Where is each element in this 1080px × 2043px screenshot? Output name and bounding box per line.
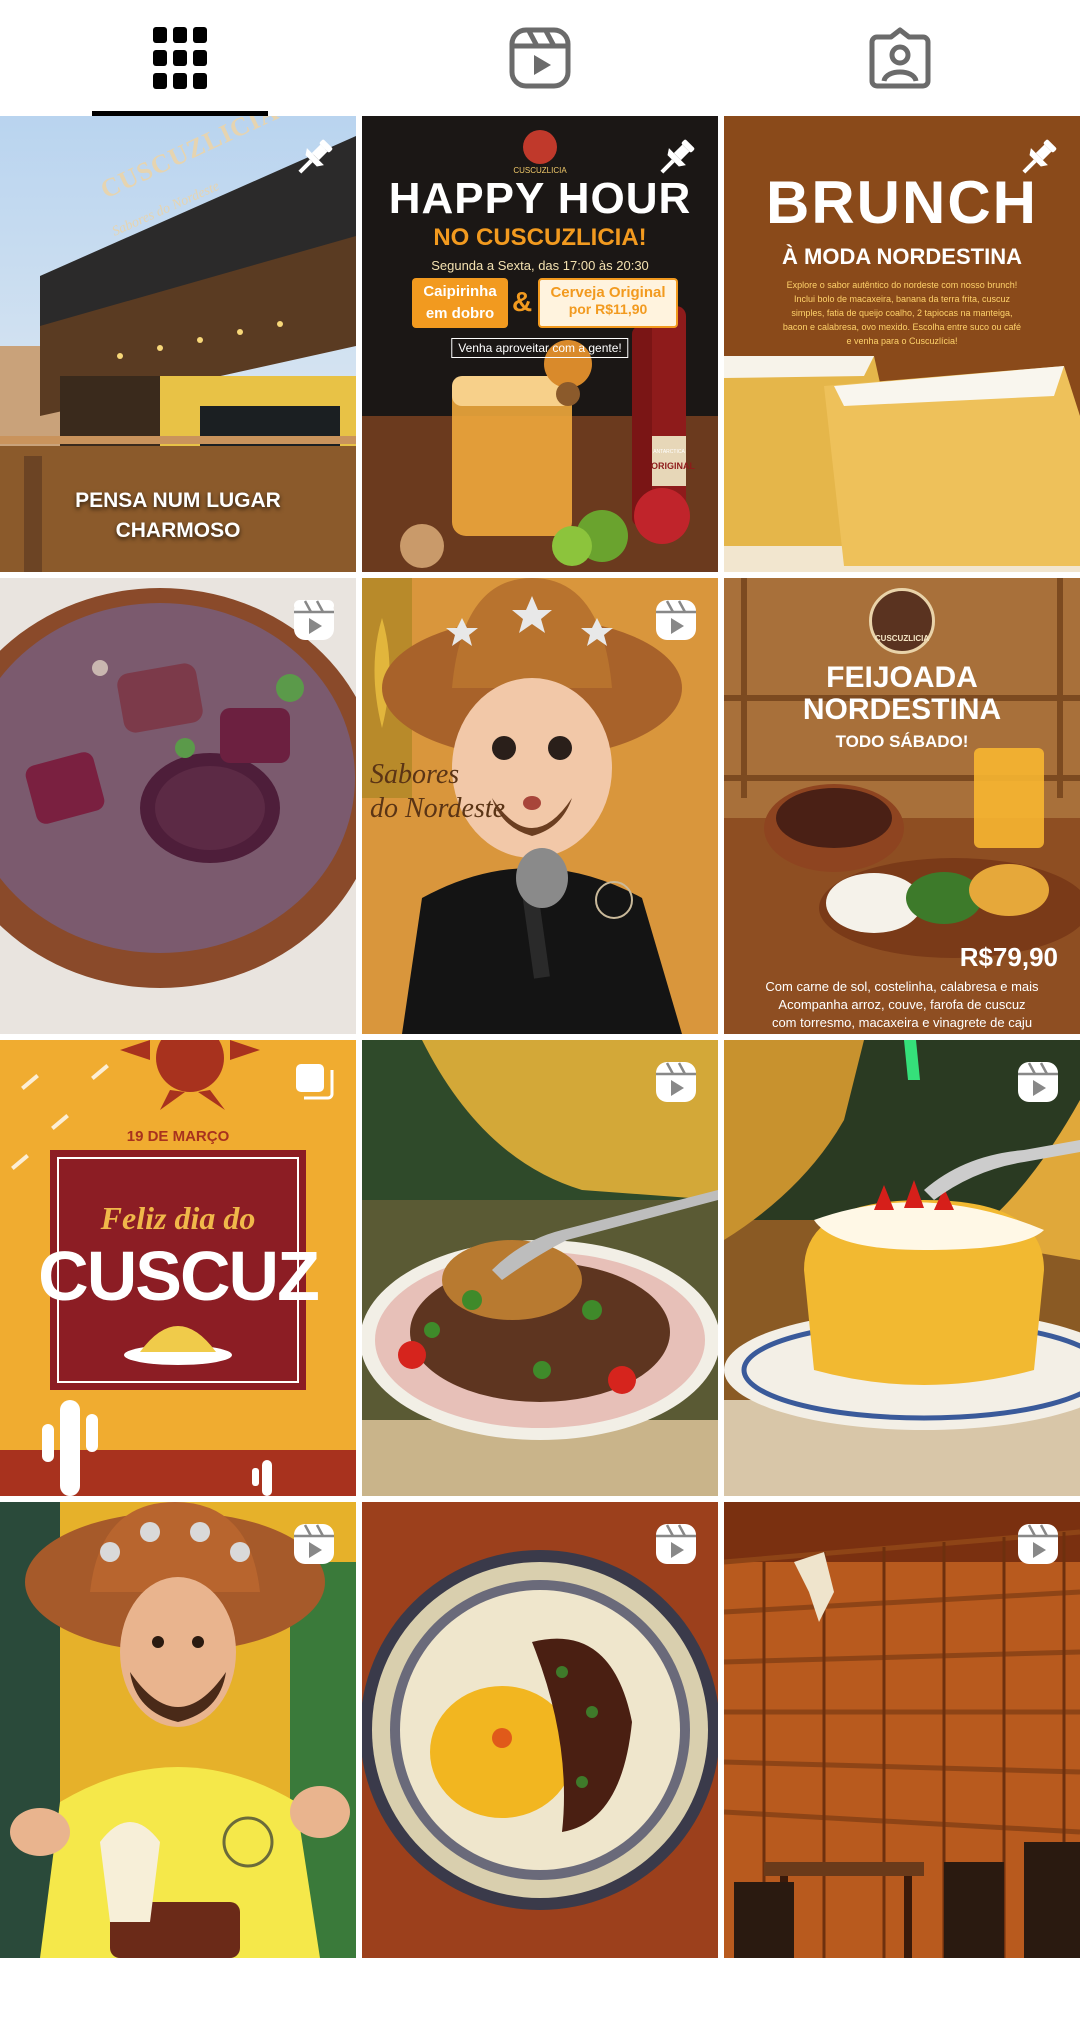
post-overlay-caption: PENSA NUM LUGAR CHARMOSO: [75, 489, 281, 542]
post-tile-feijoada[interactable]: CUSCUZLICIA FEIJOADA NORDESTINA TODO SÁB…: [724, 578, 1080, 1034]
cuscuz-plate-image: [724, 1040, 1080, 1496]
promo-description: Com carne de sol, costelinha, calabresa …: [765, 979, 1039, 1030]
promo-day: TODO SÁBADO!: [835, 732, 969, 751]
post-tile-brunch[interactable]: BRUNCH À MODA NORDESTINA Explore o sabor…: [724, 116, 1080, 572]
bottle-label: ORIGINAL: [651, 461, 695, 471]
reel-icon: [294, 1524, 334, 1564]
bean-stew-image: [0, 578, 356, 1034]
reel-icon: [1018, 1524, 1058, 1564]
post-tile-happy-hour[interactable]: CUSCUZLICIA HAPPY HOUR NO CUSCUZLICIA! S…: [362, 116, 718, 572]
promo-schedule: Segunda a Sexta, das 17:00 às 20:30: [431, 258, 649, 273]
tagged-icon: [869, 27, 931, 89]
post-tile-man-with-hat[interactable]: [0, 1502, 356, 1958]
reels-icon: [509, 27, 571, 89]
tab-posts-grid[interactable]: [0, 0, 360, 116]
promo-title-line1: FEIJOADA: [826, 661, 978, 694]
reel-icon: [656, 600, 696, 640]
post-tile-restaurant-interior[interactable]: [724, 1502, 1080, 1958]
tab-tagged[interactable]: [720, 0, 1080, 116]
brand-logo-icon: [523, 130, 557, 164]
carousel-icon: [296, 1064, 334, 1100]
promo-offer-beer-price: por R$11,90: [568, 301, 648, 317]
post-tile-cuscuz-day[interactable]: 19 DE MARÇO Feliz dia do CUSCUZ: [0, 1040, 356, 1496]
man-with-cowboy-hat-image: [0, 1502, 356, 1958]
promo-offer-beer-line1: Cerveja Original: [550, 284, 666, 301]
pinned-icon: [298, 139, 333, 174]
promo-subtitle: NO CUSCUZLICIA!: [433, 224, 647, 251]
post-tile-meat-dish[interactable]: [362, 1040, 718, 1496]
reel-icon: [656, 1062, 696, 1102]
tab-reels[interactable]: [360, 0, 720, 116]
reel-icon: [656, 1524, 696, 1564]
profile-tabs: [0, 0, 1080, 116]
post-date-label: 19 DE MARÇO: [126, 1128, 230, 1145]
promo-description: Explore o sabor autêntico do nordeste co…: [782, 280, 1022, 346]
post-tile-cuscuz-plate[interactable]: [724, 1040, 1080, 1496]
promo-ampersand: &: [512, 286, 533, 317]
pinned-icon: [660, 139, 695, 174]
post-tile-restaurant-facade[interactable]: CUSCUZLICIA Sabores do Nordeste PENSA NU…: [0, 116, 356, 572]
reel-icon: [294, 600, 334, 640]
brand-logo-icon: [869, 588, 935, 654]
promo-cta: Venha aproveitar com a gente!: [451, 338, 629, 358]
grid-icon: [153, 27, 207, 89]
promo-subtitle: À MODA NORDESTINA: [782, 244, 1022, 269]
wall-lettering: Sabores do Nordeste: [370, 759, 506, 824]
post-tile-bean-stew[interactable]: [0, 578, 356, 1034]
promo-price: R$79,90: [959, 942, 1058, 972]
promo-title: HAPPY HOUR: [388, 174, 692, 223]
promo-title: BRUNCH: [766, 169, 1038, 236]
promo-offer-caipirinha: Caipirinha em dobro: [412, 278, 508, 328]
post-tile-cuscuz-ribs[interactable]: [362, 1502, 718, 1958]
promo-title-line2: NORDESTINA: [802, 693, 1002, 726]
reel-icon: [1018, 1062, 1058, 1102]
promo-offer-beer: Cerveja Original por R$11,90: [538, 278, 678, 328]
restaurant-interior-image: [724, 1502, 1080, 1958]
post-tile-baby-reel[interactable]: Sabores do Nordeste: [362, 578, 718, 1034]
greeting-line2: CUSCUZ: [38, 1237, 320, 1315]
cuscuz-ribs-image: [362, 1502, 718, 1958]
pinned-icon: [1022, 139, 1057, 174]
bottle-brand: ANTARCTICA: [653, 449, 685, 455]
meat-dish-image: [362, 1040, 718, 1496]
greeting-line1: Feliz dia do: [100, 1200, 256, 1236]
brand-logo-text: CUSCUZLICIA: [874, 634, 930, 643]
